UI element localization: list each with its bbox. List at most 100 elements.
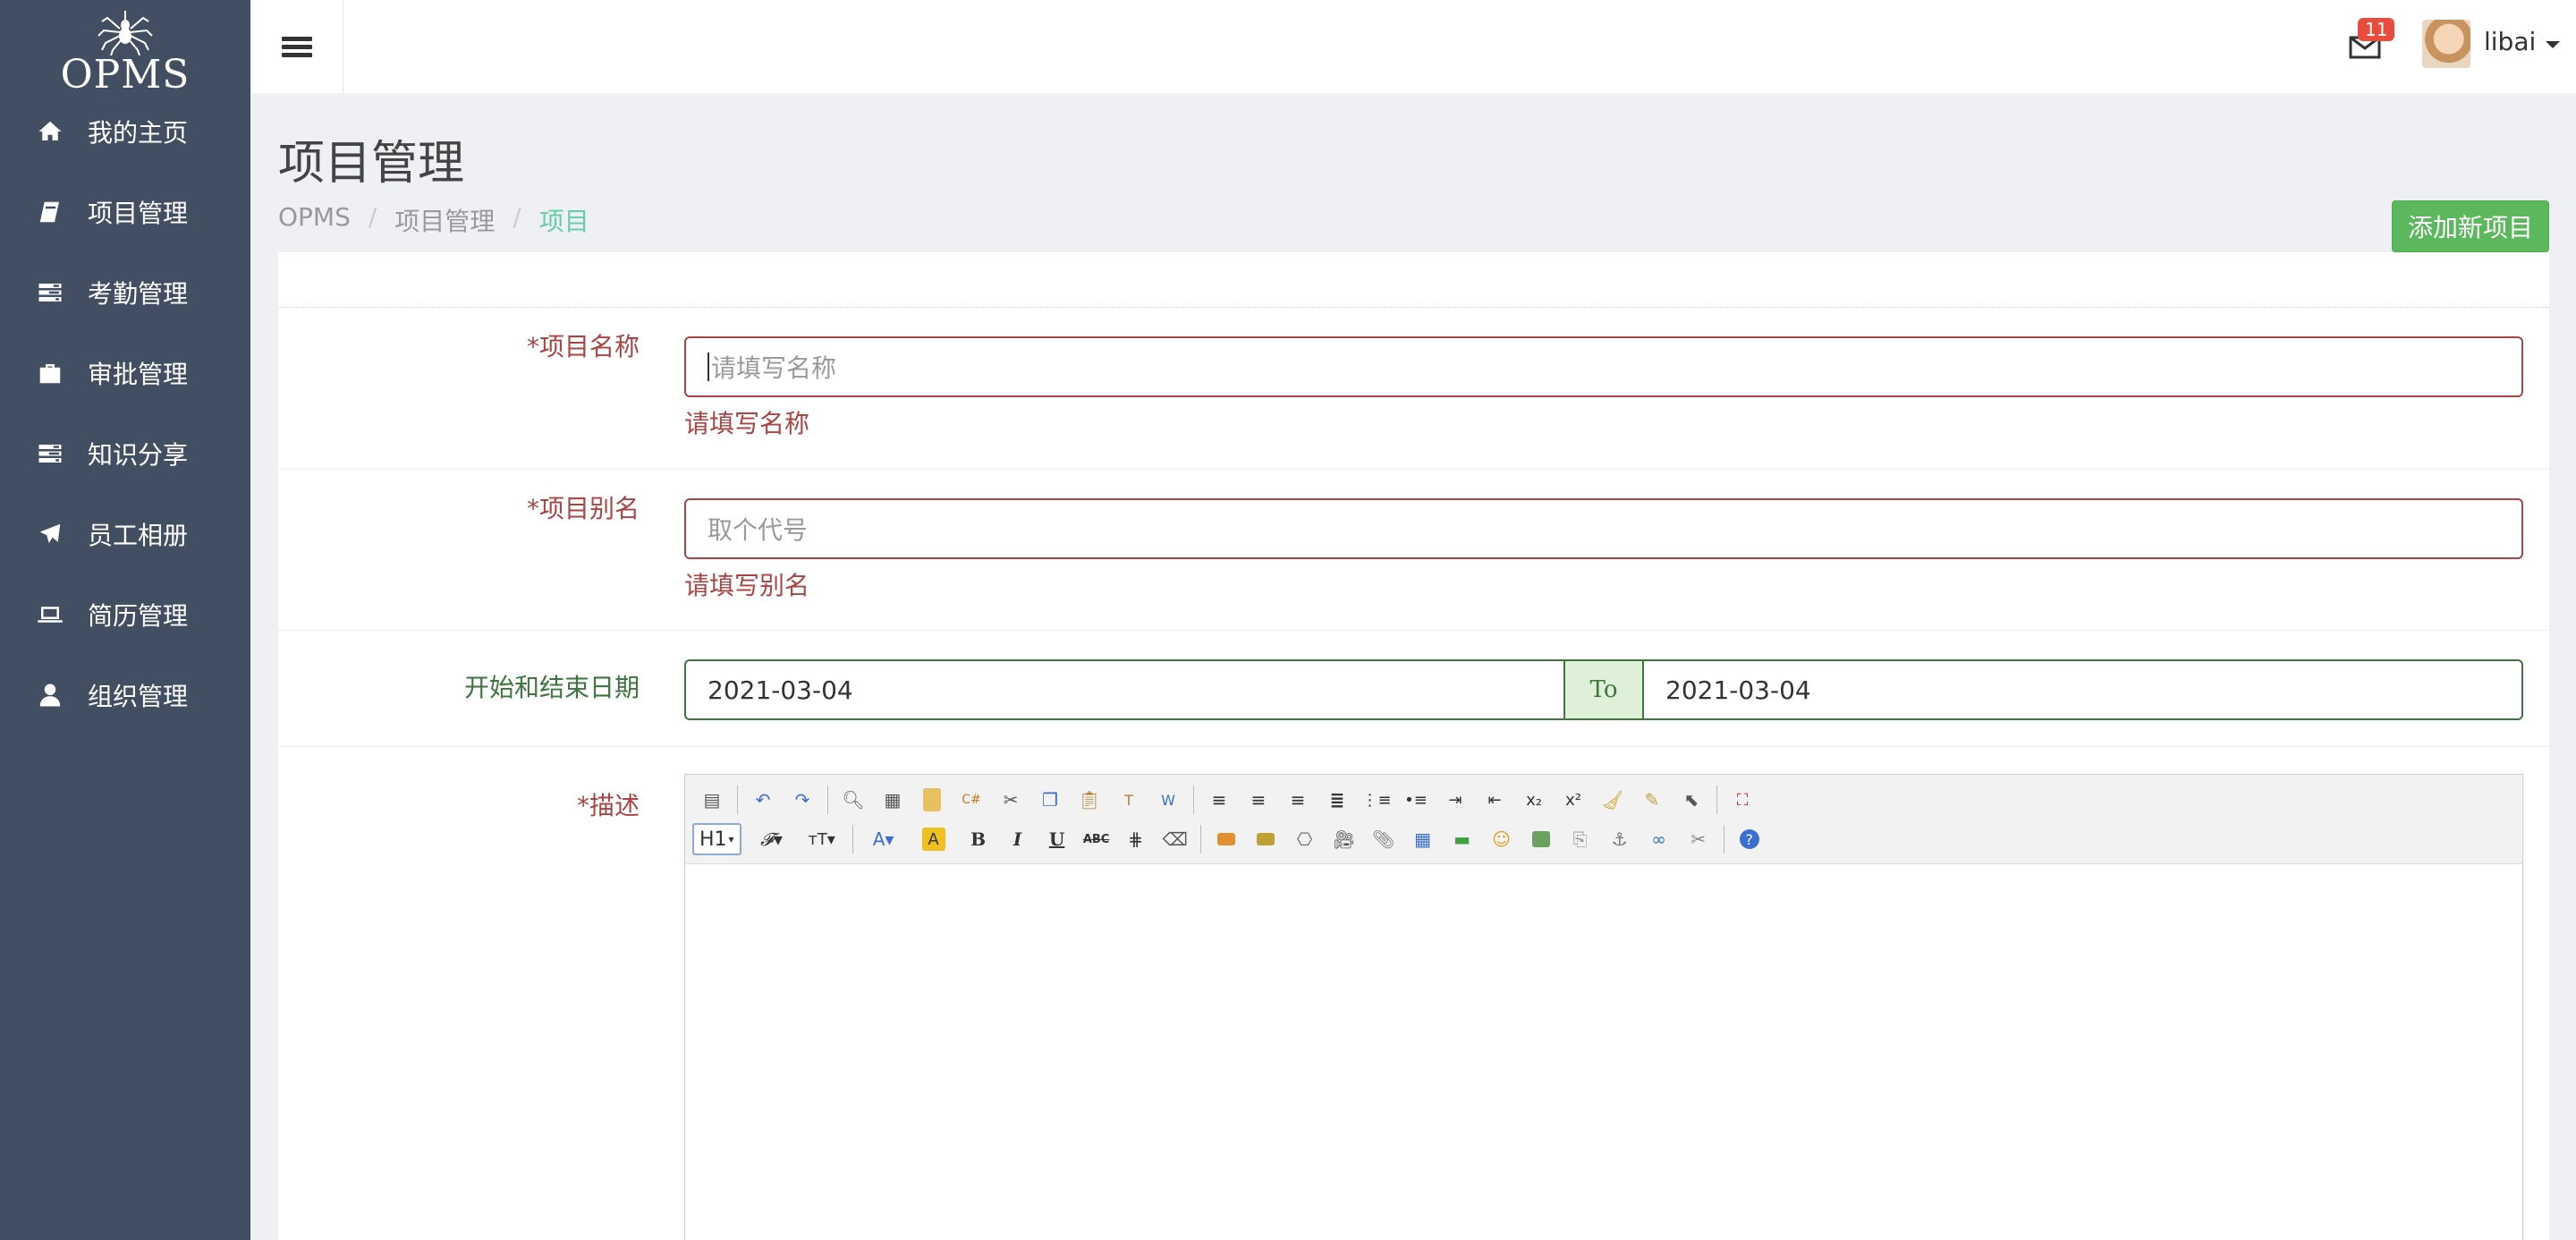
- sidebar-item-label: 考勤管理: [88, 279, 189, 309]
- map-icon[interactable]: [1521, 821, 1561, 857]
- divider: [1193, 786, 1194, 814]
- fullscreen-icon[interactable]: ⛶: [1723, 782, 1762, 818]
- sidebar-item-approval[interactable]: 审批管理: [0, 333, 250, 413]
- sidebar-item-attendance[interactable]: 考勤管理: [0, 252, 250, 333]
- mail-count-badge: 11: [2358, 18, 2395, 41]
- bold-icon[interactable]: B: [959, 821, 998, 857]
- sidebar-item-resume[interactable]: 简历管理: [0, 574, 250, 655]
- breadcrumb-separator: /: [513, 202, 521, 232]
- align-left-icon[interactable]: ≡: [1199, 782, 1239, 818]
- input-placeholder: 取个代号: [708, 515, 809, 545]
- horizontal-rule-icon[interactable]: ▬: [1443, 821, 1482, 857]
- anchor-icon[interactable]: ⚓: [1600, 821, 1640, 857]
- cut-icon[interactable]: ✂: [991, 782, 1030, 818]
- code-icon[interactable]: C#: [952, 782, 991, 818]
- avatar[interactable]: [2422, 20, 2470, 68]
- table-icon[interactable]: ▦: [1403, 821, 1443, 857]
- start-date-input[interactable]: 2021-03-04: [684, 659, 1565, 720]
- username[interactable]: libai: [2484, 27, 2536, 56]
- date-range-label: 开始和结束日期: [463, 673, 640, 702]
- paste-text-icon[interactable]: T: [1109, 782, 1148, 818]
- sidebar-item-label: 审批管理: [88, 360, 189, 389]
- font-color-icon[interactable]: A▾: [859, 821, 909, 857]
- insert-flash-icon[interactable]: ⎔: [1285, 821, 1325, 857]
- tasks-icon: [34, 437, 66, 470]
- template-icon[interactable]: [912, 782, 952, 818]
- project-alias-input[interactable]: 取个代号: [684, 498, 2523, 559]
- copy-icon[interactable]: ❐: [1030, 782, 1070, 818]
- sidebar-nav: 我的主页 项目管理 考勤管理 审批管理 知识分享 员工相册 简历管理 组织管理: [0, 91, 250, 735]
- undo-icon[interactable]: ↶: [743, 782, 783, 818]
- align-justify-icon[interactable]: ≣: [1318, 782, 1357, 818]
- link-icon[interactable]: ∞: [1640, 821, 1679, 857]
- align-center-icon[interactable]: ≡: [1239, 782, 1278, 818]
- breadcrumb-item[interactable]: OPMS: [278, 202, 351, 238]
- select-all-icon[interactable]: ⬉: [1672, 782, 1711, 818]
- help-icon[interactable]: ?: [1730, 821, 1769, 857]
- form-row-dates: 开始和结束日期 2021-03-04 To 2021-03-04: [278, 631, 2549, 747]
- sidebar-item-knowledge[interactable]: 知识分享: [0, 413, 250, 494]
- unordered-list-icon[interactable]: •≡: [1396, 782, 1436, 818]
- insert-image-icon[interactable]: [1207, 821, 1246, 857]
- eraser-icon[interactable]: ⌫: [1156, 821, 1195, 857]
- sidebar-item-label: 我的主页: [88, 118, 189, 148]
- preview-icon[interactable]: 🔍︎: [834, 782, 873, 818]
- subscript-icon[interactable]: x₂: [1514, 782, 1554, 818]
- breadcrumb-item[interactable]: 项目管理: [394, 202, 495, 238]
- logo[interactable]: OPMS: [0, 0, 250, 98]
- date-separator: To: [1565, 659, 1642, 720]
- toolbar-row-1: ▤ ↶ ↷ 🔍︎ ▦ C# ✂ ❐ 📋︎ T W ≡ ≡ ≡ ≣ ⋮≡ •≡ ⇥…: [692, 780, 2515, 820]
- paste-icon[interactable]: 📋︎: [1070, 782, 1109, 818]
- unlink-icon[interactable]: ✂: [1679, 821, 1718, 857]
- menu-toggle-button[interactable]: [250, 0, 343, 93]
- chevron-down-icon[interactable]: [2546, 41, 2560, 48]
- sidebar-item-projects[interactable]: 项目管理: [0, 172, 250, 252]
- sidebar-item-album[interactable]: 员工相册: [0, 494, 250, 574]
- paste-word-icon[interactable]: W: [1148, 782, 1188, 818]
- insert-media-icon[interactable]: 🎥︎: [1325, 821, 1364, 857]
- heading-select[interactable]: H1 ▾: [692, 823, 741, 855]
- font-family-icon[interactable]: 𝓕▾: [747, 821, 797, 857]
- divider: [737, 786, 738, 814]
- spider-logo-icon: [97, 11, 153, 55]
- italic-icon[interactable]: I: [998, 821, 1038, 857]
- description-label: *描述: [577, 786, 640, 822]
- add-project-button[interactable]: 添加新项目: [2392, 200, 2549, 252]
- superscript-icon[interactable]: x²: [1554, 782, 1593, 818]
- print-icon[interactable]: ▦: [873, 782, 912, 818]
- font-size-icon[interactable]: ᴛT▾: [797, 821, 847, 857]
- attachment-icon[interactable]: 📎︎: [1364, 821, 1403, 857]
- emoticon-icon[interactable]: ☺: [1482, 821, 1521, 857]
- indent-icon[interactable]: ⇥: [1436, 782, 1475, 818]
- line-height-icon[interactable]: ⋕: [1116, 821, 1156, 857]
- end-date-input[interactable]: 2021-03-04: [1642, 659, 2523, 720]
- sidebar-item-label: 组织管理: [88, 682, 189, 711]
- tasks-icon: [34, 276, 66, 309]
- ordered-list-icon[interactable]: ⋮≡: [1357, 782, 1396, 818]
- strikethrough-icon[interactable]: ABC: [1077, 821, 1116, 857]
- underline-icon[interactable]: U: [1038, 821, 1077, 857]
- divider: [1716, 786, 1717, 814]
- format-painter-icon[interactable]: ✎: [1632, 782, 1672, 818]
- breadcrumb-item-active: 项目: [538, 207, 589, 236]
- sidebar-item-home[interactable]: 我的主页: [0, 91, 250, 172]
- editor-content-area[interactable]: [685, 864, 2522, 1240]
- sidebar-item-organization[interactable]: 组织管理: [0, 655, 250, 735]
- home-icon: [34, 115, 66, 148]
- project-name-input[interactable]: 请填写名称: [684, 336, 2523, 397]
- hamburger-icon: [281, 33, 312, 61]
- outdent-icon[interactable]: ⇤: [1475, 782, 1514, 818]
- highlight-color-icon[interactable]: A: [909, 821, 959, 857]
- page-break-icon[interactable]: ⎘: [1561, 821, 1600, 857]
- sidebar-item-label: 项目管理: [88, 199, 189, 228]
- form-panel: *项目名称 请填写名称 请填写名称 *项目别名 取个代号 请填写别名 开始和结束…: [278, 252, 2549, 1240]
- clear-format-icon[interactable]: 🧹︎: [1593, 782, 1632, 818]
- divider: [852, 825, 853, 854]
- source-icon[interactable]: ▤: [692, 782, 732, 818]
- redo-icon[interactable]: ↷: [783, 782, 822, 818]
- sidebar-item-label: 知识分享: [88, 440, 189, 470]
- divider: [827, 786, 828, 814]
- insert-multi-image-icon[interactable]: [1246, 821, 1285, 857]
- sidebar: OPMS 我的主页 项目管理 考勤管理 审批管理 知识分享 员工相册 简历管理 …: [0, 0, 250, 1240]
- align-right-icon[interactable]: ≡: [1278, 782, 1318, 818]
